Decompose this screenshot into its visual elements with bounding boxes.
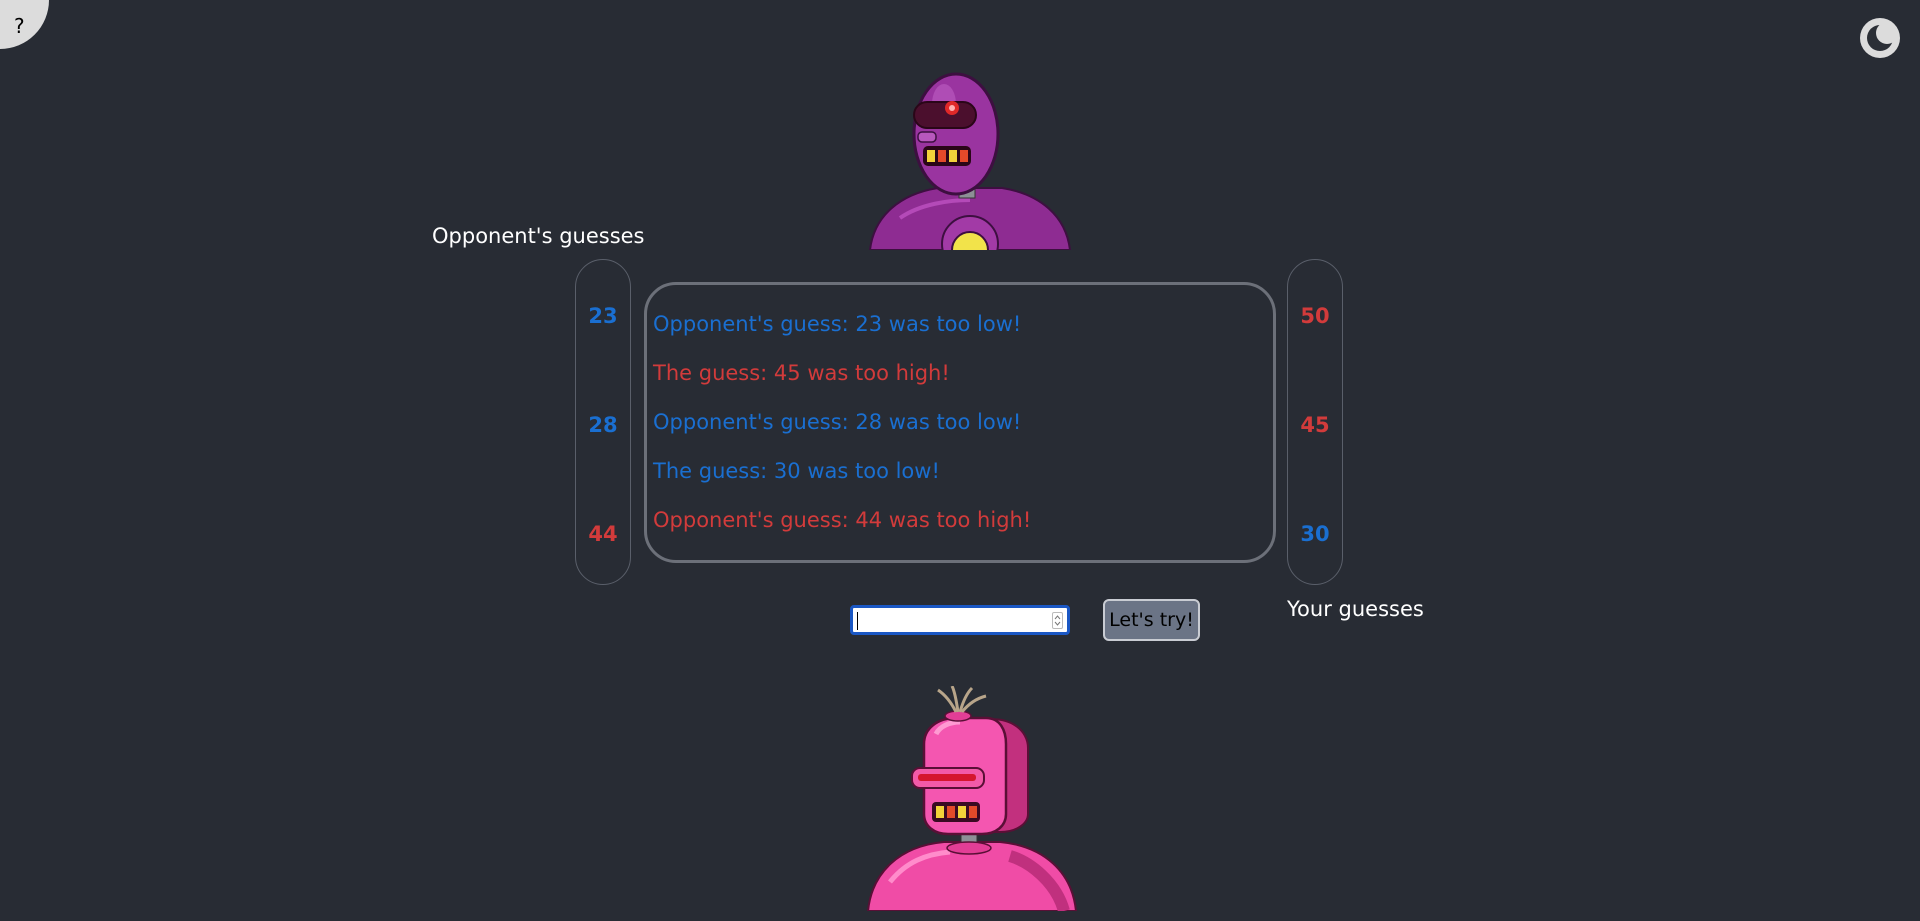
text-caret <box>857 612 858 630</box>
guess-number-input[interactable] <box>850 605 1070 635</box>
spinner-arrows-icon <box>1054 615 1061 626</box>
opponent-guess-item: 44 <box>588 522 618 546</box>
your-guess-item: 30 <box>1300 522 1330 546</box>
opponent-guess-item: 23 <box>588 304 618 328</box>
your-guesses-title: Your guesses <box>1287 597 1424 621</box>
moon-icon <box>1867 22 1898 51</box>
log-entry: The guess: 30 was too low! <box>653 459 940 483</box>
your-guess-item: 45 <box>1300 413 1330 437</box>
opponent-guesses-list: 23 28 44 <box>575 259 631 585</box>
log-entry: Opponent's guess: 23 was too low! <box>653 312 1022 336</box>
your-guesses-list: 50 45 30 <box>1287 259 1343 585</box>
log-entry: The guess: 45 was too high! <box>653 361 950 385</box>
submit-guess-button[interactable]: Let's try! <box>1103 599 1200 641</box>
your-guess-item: 50 <box>1300 304 1330 328</box>
theme-toggle-button[interactable] <box>1860 18 1900 58</box>
opponent-guesses-title: Opponent's guesses <box>432 224 645 248</box>
log-entry: Opponent's guess: 44 was too high! <box>653 508 1032 532</box>
number-spinner[interactable] <box>1052 612 1063 629</box>
opponent-robot-image <box>868 72 1072 250</box>
opponent-guess-item: 28 <box>588 413 618 437</box>
help-button[interactable]: ? <box>0 0 49 49</box>
log-entry: Opponent's guess: 28 was too low! <box>653 410 1022 434</box>
guess-log: Opponent's guess: 23 was too low! The gu… <box>644 282 1276 563</box>
player-robot-image <box>866 686 1078 911</box>
